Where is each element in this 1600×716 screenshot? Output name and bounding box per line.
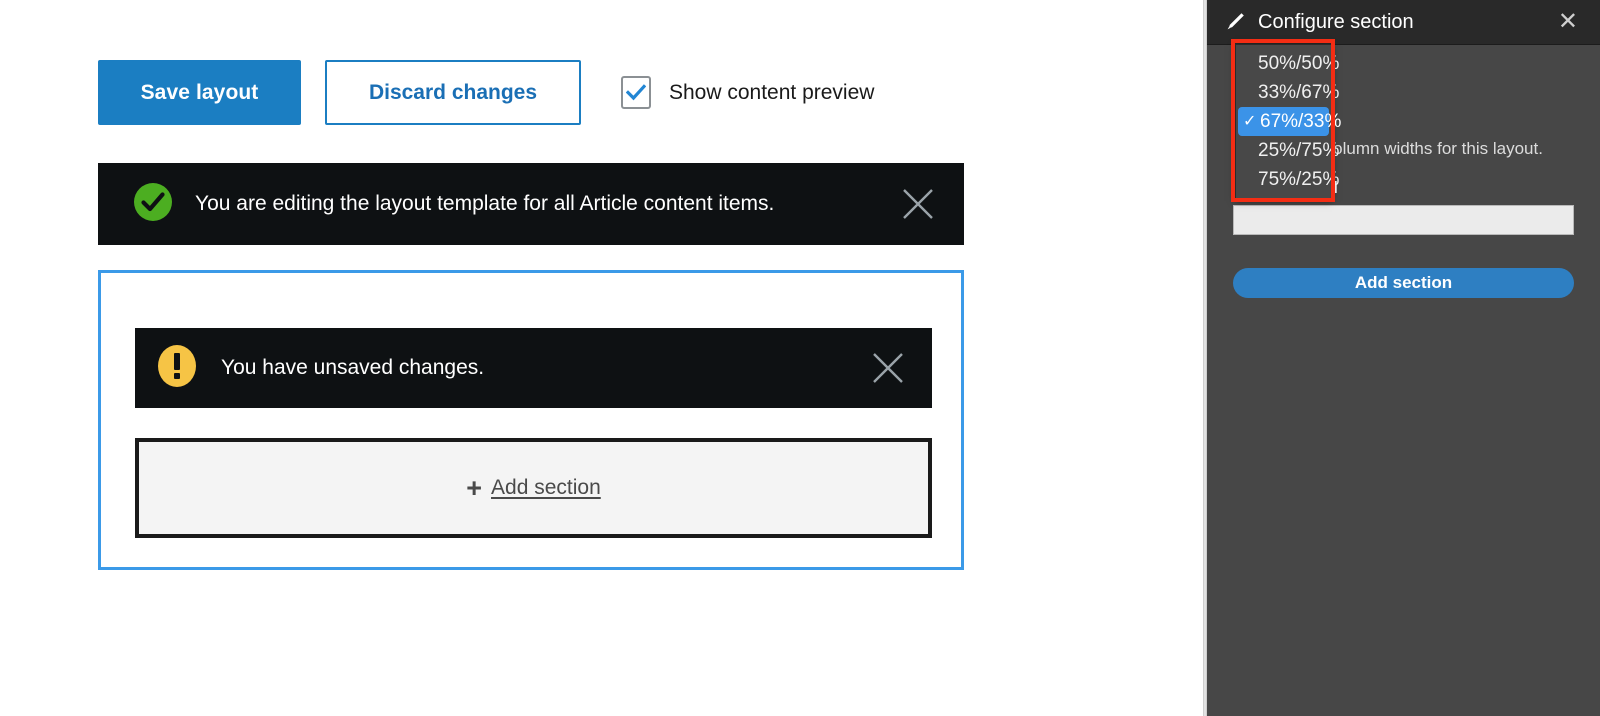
tray-close-icon[interactable]: ✕ — [1558, 10, 1578, 34]
check-circle-icon — [134, 182, 172, 226]
unsaved-changes-text: You have unsaved changes. — [221, 356, 485, 379]
check-icon: ✓ — [1243, 113, 1257, 130]
screen: Save layout Discard changes Show content… — [0, 0, 1600, 716]
add-section-dropzone[interactable]: + Add section — [135, 438, 932, 538]
status-message-close-icon[interactable] — [900, 186, 936, 222]
dropdown-option-label: 67%/33% — [1260, 111, 1342, 132]
save-layout-button[interactable]: Save layout — [98, 60, 301, 125]
add-section-link[interactable]: + Add section — [466, 472, 601, 503]
tray-add-section-button[interactable]: Add section — [1233, 267, 1574, 298]
dropdown-option-50-50[interactable]: 50%/50% — [1236, 49, 1339, 78]
plus-icon: + — [466, 472, 483, 503]
status-message-bar: You are editing the layout template for … — [98, 163, 964, 245]
section-label-input[interactable] — [1233, 204, 1574, 235]
show-content-preview-checkbox[interactable]: Show content preview — [621, 76, 874, 109]
checkbox-box[interactable] — [621, 76, 651, 109]
show-content-preview-label: Show content preview — [669, 80, 875, 104]
dropdown-option-label: 33%/67% — [1258, 82, 1340, 103]
status-message-text: You are editing the layout template for … — [195, 192, 775, 215]
dropdown-option-label: 50%/50% — [1258, 53, 1340, 74]
tray-title: Configure section — [1258, 10, 1414, 33]
add-section-label: Add section — [491, 476, 601, 499]
dropdown-option-25-75[interactable]: 25%/75% — [1236, 136, 1339, 165]
dropdown-option-67-33[interactable]: ✓ 67%/33% — [1238, 107, 1341, 136]
dropdown-option-75-25[interactable]: 75%/25% — [1236, 165, 1339, 194]
column-widths-dropdown-popup[interactable]: 50%/50% 33%/67% ✓ 67%/33% 25%/75% 75%/25… — [1235, 44, 1341, 199]
discard-changes-button[interactable]: Discard changes — [325, 60, 581, 125]
pencil-icon — [1224, 11, 1246, 33]
checkmark-icon — [626, 84, 646, 101]
warning-circle-icon — [158, 344, 196, 392]
tray-gutter — [1190, 0, 1203, 716]
dropdown-option-label: 75%/25% — [1258, 169, 1340, 190]
unsaved-changes-message-bar: You have unsaved changes. — [135, 328, 932, 408]
layout-builder-canvas: Save layout Discard changes Show content… — [0, 0, 1190, 716]
tray-header: Configure section ✕ — [1207, 0, 1600, 45]
layout-builder-toolbar: Save layout Discard changes Show content… — [98, 60, 874, 125]
unsaved-message-close-icon[interactable] — [870, 350, 906, 386]
dropdown-option-33-67[interactable]: 33%/67% — [1236, 78, 1339, 107]
dropdown-option-label: 25%/75% — [1258, 140, 1340, 161]
layout-section-region[interactable]: You have unsaved changes. + Add section — [98, 270, 964, 570]
